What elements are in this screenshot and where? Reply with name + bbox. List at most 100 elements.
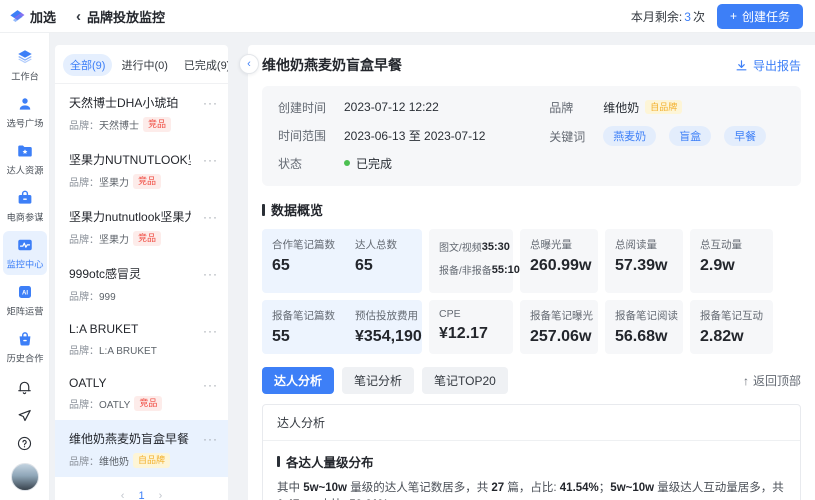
- tab-influencer-analysis[interactable]: 达人分析: [262, 367, 334, 394]
- help-icon[interactable]: [16, 435, 33, 452]
- metric-value: 57.39w: [615, 257, 673, 275]
- next-page-icon[interactable]: ›: [159, 490, 163, 500]
- keyword-pill: 早餐: [724, 126, 766, 146]
- header-actions: 本月剩余:3次 + 创建任务: [631, 4, 815, 29]
- task-list-item[interactable]: 坚果力nutnutlook坚果力 品牌：坚果力 竞品 ···: [55, 198, 228, 255]
- metrics-row-1: 合作笔记篇数 65 达人总数 65 图文/视频 35:30: [262, 229, 801, 293]
- svg-text:AI: AI: [22, 291, 28, 297]
- back-to-top-button[interactable]: ↑ 返回顶部: [743, 372, 801, 389]
- metric-label: 报备/非报备: [439, 262, 492, 277]
- sidebar-item-monitoring-center[interactable]: 监控中心: [3, 231, 47, 275]
- workbench-icon: [16, 48, 34, 66]
- distribution-summary: 其中 5w~10w 量级的达人笔记数居多，共 27 篇，占比: 41.54%；5…: [277, 480, 786, 500]
- task-list-item[interactable]: 天然博士DHA小琥珀 品牌：天然博士 竞品 ···: [55, 84, 228, 141]
- metric-label: 总曝光量: [530, 237, 588, 252]
- notifications-bell-icon[interactable]: [16, 379, 33, 396]
- task-brand-row: 品牌：维他奶 自品牌: [69, 453, 189, 468]
- prev-page-icon[interactable]: ‹: [121, 490, 125, 500]
- time-range-value: 2023-06-13 至 2023-07-12: [344, 127, 485, 144]
- history-cooperation-icon: [16, 330, 34, 348]
- tab-all[interactable]: 全部(9): [63, 54, 112, 76]
- more-actions-icon[interactable]: ···: [203, 94, 218, 109]
- sidebar-bottom: [11, 379, 39, 500]
- more-actions-icon[interactable]: ···: [203, 376, 218, 391]
- metric-card-notes-influencers: 合作笔记篇数 65 达人总数 65: [262, 229, 422, 293]
- metric-card-total-engagement: 总互动量 2.9w: [690, 229, 773, 293]
- time-range-label: 时间范围: [278, 127, 344, 144]
- metric-label: 报备笔记曝光: [530, 308, 588, 323]
- task-list-item[interactable]: 999otc感冒灵 品牌：999 ···: [55, 255, 228, 312]
- sidebar-item-matrix-operations[interactable]: AI 矩阵运营: [3, 278, 47, 322]
- metric-card-total-exposure: 总曝光量 260.99w: [520, 229, 598, 293]
- task-list-item[interactable]: OATLY 品牌：OATLY 竞品 ···: [55, 366, 228, 420]
- app-window: 加选 ‹ 品牌投放监控 本月剩余:3次 + 创建任务 工作台: [0, 0, 815, 500]
- more-actions-icon[interactable]: ···: [203, 322, 218, 337]
- tab-note-analysis[interactable]: 笔记分析: [342, 367, 414, 394]
- metric-card-ratios: 图文/视频 35:30 报备/非报备 55:10: [429, 229, 513, 293]
- sidebar-item-ecommerce-advisor[interactable]: 电商参谋: [3, 184, 47, 228]
- collapse-panel-button[interactable]: ‹: [239, 54, 259, 74]
- sidebar-item-selection-plaza[interactable]: 选号广场: [3, 90, 47, 134]
- task-brand-row: 品牌：天然博士 竞品: [69, 117, 178, 132]
- arrow-up-icon: ↑: [743, 374, 749, 388]
- sidebar-item-history-cooperation[interactable]: 历史合作: [3, 325, 47, 369]
- page-number[interactable]: 1: [138, 490, 144, 500]
- status-value: 已完成: [344, 155, 392, 172]
- sidebar-label: 矩阵运营: [6, 304, 43, 318]
- task-list-item[interactable]: L:A BRUKET 品牌：L:A BRUKET ···: [55, 312, 228, 366]
- task-brand-row: 品牌：坚果力 竞品: [69, 231, 191, 246]
- keywords-value: 燕麦奶 盲盒 早餐: [603, 126, 773, 146]
- competitor-badge: 竞品: [143, 117, 171, 132]
- task-title: 天然博士DHA小琥珀: [69, 94, 178, 111]
- more-actions-icon[interactable]: ···: [203, 151, 218, 166]
- sidebar-label: 选号广场: [6, 116, 43, 130]
- more-actions-icon[interactable]: ···: [203, 208, 218, 223]
- task-list-item-selected[interactable]: 维他奶燕麦奶盲盒早餐 品牌：维他奶 自品牌 ···: [55, 420, 228, 477]
- create-task-button[interactable]: + 创建任务: [717, 4, 803, 29]
- detail-title-row: 维他奶燕麦奶盲盒早餐 导出报告: [262, 55, 801, 75]
- metric-card-reported-exposure: 报备笔记曝光 257.06w: [520, 300, 598, 354]
- metric-label: 图文/视频: [439, 239, 482, 254]
- metric-value: 260.99w: [530, 257, 588, 275]
- created-time-label: 创建时间: [278, 99, 344, 116]
- status-label: 状态: [278, 155, 344, 172]
- metrics-row-2: 报备笔记篇数 55 预估投放费用 ¥354,190 CPE ¥12.17 报备: [262, 300, 801, 354]
- sidebar-label: 达人资源: [6, 163, 43, 177]
- task-brand-row: 品牌：OATLY 竞品: [69, 396, 162, 411]
- metric-label: 合作笔记篇数: [272, 237, 335, 252]
- metric-value: ¥12.17: [439, 325, 503, 343]
- ecommerce-advisor-icon: [16, 189, 34, 207]
- breadcrumb: ‹ 品牌投放监控: [76, 7, 165, 26]
- plus-icon: +: [730, 9, 737, 23]
- tab-note-top20[interactable]: 笔记TOP20: [422, 367, 508, 394]
- metric-label: 报备笔记阅读: [615, 308, 673, 323]
- task-title: 坚果力nutnutlook坚果力: [69, 208, 191, 225]
- task-title: 999otc感冒灵: [69, 265, 141, 282]
- feedback-icon[interactable]: [16, 407, 33, 424]
- pagination: ‹ 1 ›: [55, 477, 228, 500]
- task-brand-row: 品牌：坚果力 竞品: [69, 174, 191, 189]
- metric-card-cpe: CPE ¥12.17: [429, 300, 513, 354]
- more-actions-icon[interactable]: ···: [203, 430, 218, 445]
- level-distribution-title: 各达人量级分布: [277, 452, 786, 471]
- more-actions-icon[interactable]: ···: [203, 265, 218, 280]
- back-icon[interactable]: ‹: [76, 9, 81, 24]
- monitoring-center-icon: [16, 236, 34, 254]
- app-logo[interactable]: 加选: [0, 7, 62, 26]
- sidebar-item-workbench[interactable]: 工作台: [3, 43, 47, 87]
- quota-label: 本月剩余:: [631, 10, 682, 24]
- sidebar-nav: 工作台 选号广场 达人资源: [0, 33, 50, 500]
- metric-value: 65: [355, 257, 397, 275]
- metric-value: ¥354,190: [355, 328, 422, 346]
- status-dot-icon: [344, 160, 350, 166]
- task-brand-row: 品牌：L:A BRUKET: [69, 342, 157, 357]
- task-list-item[interactable]: 坚果力NUTNUTLOOK坚果力... 品牌：坚果力 竞品 ···: [55, 141, 228, 198]
- metric-card-reported-engagement: 报备笔记互动 2.82w: [690, 300, 773, 354]
- sidebar-item-influencer-resources[interactable]: 达人资源: [3, 137, 47, 181]
- detail-title: 维他奶燕麦奶盲盒早餐: [262, 55, 402, 75]
- export-report-button[interactable]: 导出报告: [735, 57, 801, 74]
- tab-in-progress[interactable]: 进行中(0): [114, 54, 174, 76]
- tab-completed[interactable]: 已完成(9): [177, 54, 228, 76]
- sidebar-label: 电商参谋: [6, 210, 43, 224]
- user-avatar[interactable]: [11, 463, 39, 491]
